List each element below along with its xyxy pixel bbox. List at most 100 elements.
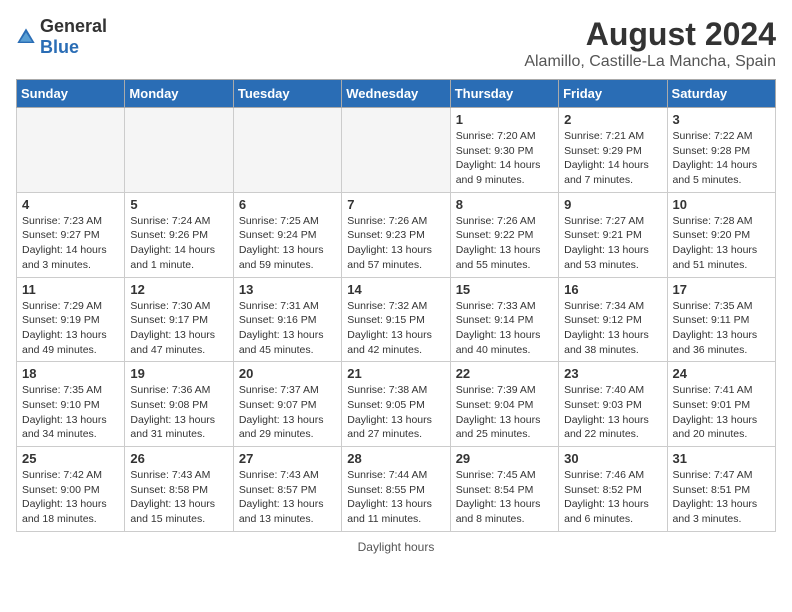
day-info: Sunrise: 7:36 AMSunset: 9:08 PMDaylight:… [130, 383, 227, 442]
day-number: 7 [347, 197, 444, 212]
calendar-cell: 20 Sunrise: 7:37 AMSunset: 9:07 PMDayligh… [233, 362, 341, 447]
day-number: 28 [347, 451, 444, 466]
day-number: 22 [456, 366, 553, 381]
footer: Daylight hours [16, 540, 776, 554]
day-number: 29 [456, 451, 553, 466]
calendar-cell [233, 108, 341, 193]
weekday-header-sunday: Sunday [17, 80, 125, 108]
day-number: 4 [22, 197, 119, 212]
calendar-cell: 21 Sunrise: 7:38 AMSunset: 9:05 PMDayligh… [342, 362, 450, 447]
week-row-5: 25 Sunrise: 7:42 AMSunset: 9:00 PMDayligh… [17, 447, 776, 532]
day-number: 13 [239, 282, 336, 297]
main-title: August 2024 [524, 16, 776, 53]
day-number: 2 [564, 112, 661, 127]
calendar-cell: 25 Sunrise: 7:42 AMSunset: 9:00 PMDayligh… [17, 447, 125, 532]
calendar-cell: 1 Sunrise: 7:20 AMSunset: 9:30 PMDaylight… [450, 108, 558, 193]
day-info: Sunrise: 7:46 AMSunset: 8:52 PMDaylight:… [564, 468, 661, 527]
calendar-cell: 11Sunrise: 7:29 AMSunset: 9:19 PMDayligh… [17, 277, 125, 362]
day-info: Sunrise: 7:20 AMSunset: 9:30 PMDaylight:… [456, 129, 553, 188]
calendar-cell: 8 Sunrise: 7:26 AMSunset: 9:22 PMDaylight… [450, 192, 558, 277]
title-section: August 2024 Alamillo, Castille-La Mancha… [524, 16, 776, 71]
calendar-cell: 2 Sunrise: 7:21 AMSunset: 9:29 PMDaylight… [559, 108, 667, 193]
week-row-1: 1 Sunrise: 7:20 AMSunset: 9:30 PMDaylight… [17, 108, 776, 193]
weekday-header-tuesday: Tuesday [233, 80, 341, 108]
day-info: Sunrise: 7:44 AMSunset: 8:55 PMDaylight:… [347, 468, 444, 527]
day-info: Sunrise: 7:31 AMSunset: 9:16 PMDaylight:… [239, 299, 336, 358]
day-number: 24 [673, 366, 770, 381]
calendar-cell: 27Sunrise: 7:43 AMSunset: 8:57 PMDayligh… [233, 447, 341, 532]
day-number: 20 [239, 366, 336, 381]
day-number: 9 [564, 197, 661, 212]
calendar-cell: 29 Sunrise: 7:45 AMSunset: 8:54 PMDayligh… [450, 447, 558, 532]
day-number: 14 [347, 282, 444, 297]
day-number: 16 [564, 282, 661, 297]
subtitle: Alamillo, Castille-La Mancha, Spain [524, 53, 776, 71]
day-number: 26 [130, 451, 227, 466]
calendar-cell: 14 Sunrise: 7:32 AMSunset: 9:15 PMDayligh… [342, 277, 450, 362]
weekday-header-saturday: Saturday [667, 80, 775, 108]
calendar-cell: 18Sunrise: 7:35 AMSunset: 9:10 PMDayligh… [17, 362, 125, 447]
calendar-cell: 12 Sunrise: 7:30 AMSunset: 9:17 PMDayligh… [125, 277, 233, 362]
day-number: 5 [130, 197, 227, 212]
logo-text: General Blue [40, 16, 107, 58]
day-info: Sunrise: 7:42 AMSunset: 9:00 PMDaylight:… [22, 468, 119, 527]
logo: General Blue [16, 16, 107, 58]
calendar-cell: 15 Sunrise: 7:33 AMSunset: 9:14 PMDayligh… [450, 277, 558, 362]
calendar-cell: 23Sunrise: 7:40 AMSunset: 9:03 PMDayligh… [559, 362, 667, 447]
calendar-cell: 6Sunrise: 7:25 AMSunset: 9:24 PMDaylight… [233, 192, 341, 277]
day-info: Sunrise: 7:26 AMSunset: 9:22 PMDaylight:… [456, 214, 553, 273]
day-info: Sunrise: 7:41 AMSunset: 9:01 PMDaylight:… [673, 383, 770, 442]
day-number: 3 [673, 112, 770, 127]
day-info: Sunrise: 7:24 AMSunset: 9:26 PMDaylight:… [130, 214, 227, 273]
logo-blue: Blue [40, 37, 79, 57]
day-info: Sunrise: 7:37 AMSunset: 9:07 PMDaylight:… [239, 383, 336, 442]
day-number: 17 [673, 282, 770, 297]
calendar-cell: 16Sunrise: 7:34 AMSunset: 9:12 PMDayligh… [559, 277, 667, 362]
day-info: Sunrise: 7:39 AMSunset: 9:04 PMDaylight:… [456, 383, 553, 442]
calendar-cell: 5 Sunrise: 7:24 AMSunset: 9:26 PMDaylight… [125, 192, 233, 277]
day-info: Sunrise: 7:40 AMSunset: 9:03 PMDaylight:… [564, 383, 661, 442]
day-info: Sunrise: 7:23 AMSunset: 9:27 PMDaylight:… [22, 214, 119, 273]
calendar-cell [342, 108, 450, 193]
calendar-cell: 7 Sunrise: 7:26 AMSunset: 9:23 PMDaylight… [342, 192, 450, 277]
day-info: Sunrise: 7:22 AMSunset: 9:28 PMDaylight:… [673, 129, 770, 188]
generalblue-logo-icon [16, 27, 36, 47]
day-number: 12 [130, 282, 227, 297]
calendar-cell: 30 Sunrise: 7:46 AMSunset: 8:52 PMDayligh… [559, 447, 667, 532]
weekday-header-wednesday: Wednesday [342, 80, 450, 108]
weekday-header-friday: Friday [559, 80, 667, 108]
day-info: Sunrise: 7:35 AMSunset: 9:10 PMDaylight:… [22, 383, 119, 442]
calendar-cell [17, 108, 125, 193]
day-info: Sunrise: 7:32 AMSunset: 9:15 PMDaylight:… [347, 299, 444, 358]
day-info: Sunrise: 7:29 AMSunset: 9:19 PMDaylight:… [22, 299, 119, 358]
day-info: Sunrise: 7:38 AMSunset: 9:05 PMDaylight:… [347, 383, 444, 442]
day-info: Sunrise: 7:35 AMSunset: 9:11 PMDaylight:… [673, 299, 770, 358]
day-number: 1 [456, 112, 553, 127]
day-info: Sunrise: 7:26 AMSunset: 9:23 PMDaylight:… [347, 214, 444, 273]
day-number: 8 [456, 197, 553, 212]
calendar-cell: 31Sunrise: 7:47 AMSunset: 8:51 PMDayligh… [667, 447, 775, 532]
logo-general: General [40, 16, 107, 36]
day-number: 25 [22, 451, 119, 466]
week-row-3: 11Sunrise: 7:29 AMSunset: 9:19 PMDayligh… [17, 277, 776, 362]
day-info: Sunrise: 7:45 AMSunset: 8:54 PMDaylight:… [456, 468, 553, 527]
calendar-cell: 10Sunrise: 7:28 AMSunset: 9:20 PMDayligh… [667, 192, 775, 277]
calendar-cell: 24 Sunrise: 7:41 AMSunset: 9:01 PMDayligh… [667, 362, 775, 447]
calendar-cell [125, 108, 233, 193]
day-info: Sunrise: 7:21 AMSunset: 9:29 PMDaylight:… [564, 129, 661, 188]
weekday-header-thursday: Thursday [450, 80, 558, 108]
day-number: 15 [456, 282, 553, 297]
week-row-2: 4 Sunrise: 7:23 AMSunset: 9:27 PMDaylight… [17, 192, 776, 277]
day-number: 30 [564, 451, 661, 466]
day-info: Sunrise: 7:43 AMSunset: 8:58 PMDaylight:… [130, 468, 227, 527]
calendar-cell: 9Sunrise: 7:27 AMSunset: 9:21 PMDaylight… [559, 192, 667, 277]
day-number: 19 [130, 366, 227, 381]
day-info: Sunrise: 7:47 AMSunset: 8:51 PMDaylight:… [673, 468, 770, 527]
day-info: Sunrise: 7:33 AMSunset: 9:14 PMDaylight:… [456, 299, 553, 358]
day-info: Sunrise: 7:43 AMSunset: 8:57 PMDaylight:… [239, 468, 336, 527]
day-number: 21 [347, 366, 444, 381]
header: General Blue August 2024 Alamillo, Casti… [16, 16, 776, 71]
day-number: 10 [673, 197, 770, 212]
calendar-cell: 17 Sunrise: 7:35 AMSunset: 9:11 PMDayligh… [667, 277, 775, 362]
day-info: Sunrise: 7:30 AMSunset: 9:17 PMDaylight:… [130, 299, 227, 358]
